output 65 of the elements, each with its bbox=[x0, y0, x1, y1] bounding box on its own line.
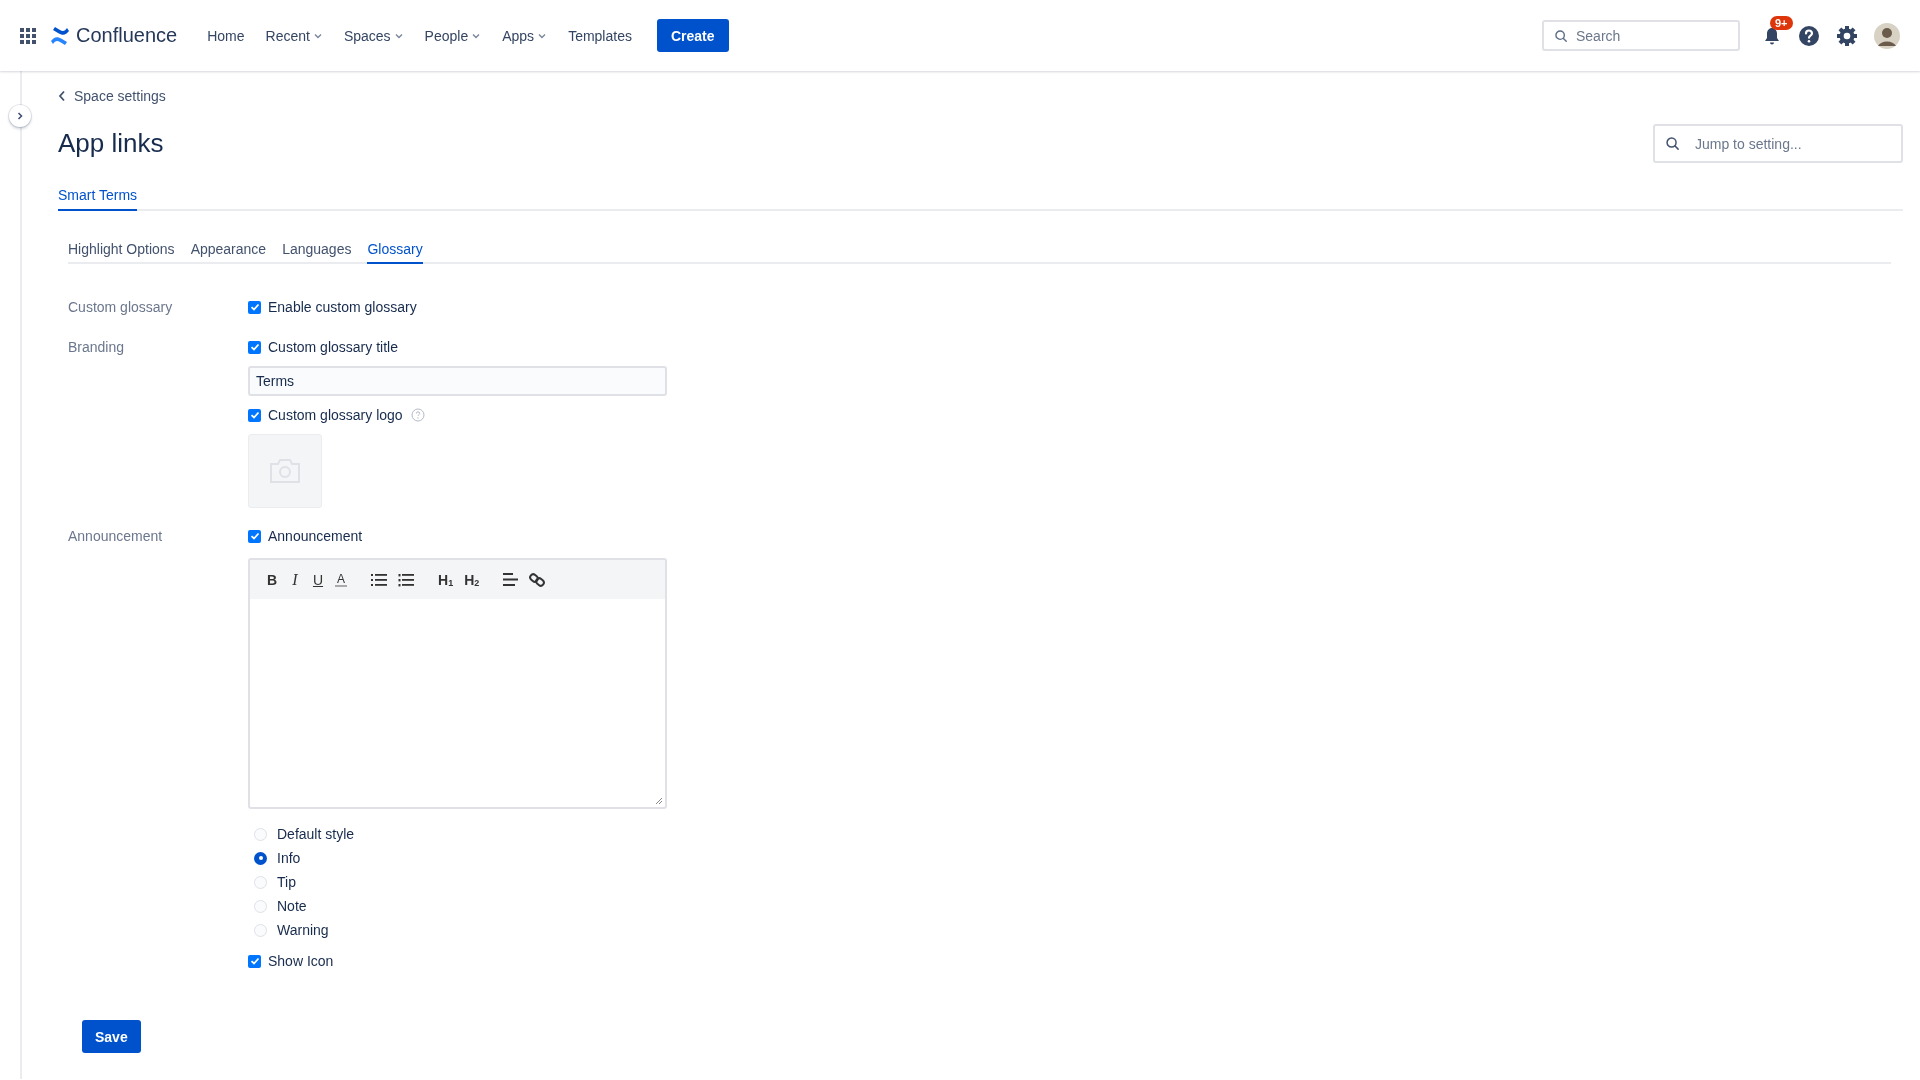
notification-bell-icon[interactable] bbox=[1762, 25, 1782, 46]
checkbox[interactable] bbox=[248, 954, 261, 968]
radio-button[interactable] bbox=[254, 899, 267, 913]
tab[interactable]: Highlight Options bbox=[68, 241, 175, 264]
checkbox-label: Enable custom glossary bbox=[268, 299, 417, 315]
radio-label: Default style bbox=[277, 826, 355, 842]
checkbox-label: Custom glossary title bbox=[268, 339, 398, 355]
nav-menu[interactable]: Recent bbox=[257, 27, 331, 44]
italic-button[interactable]: I bbox=[289, 570, 301, 589]
field-label: Announcement bbox=[68, 527, 164, 546]
tab[interactable]: Languages bbox=[282, 241, 352, 264]
radio-button[interactable] bbox=[254, 851, 267, 865]
save-button[interactable]: Save bbox=[82, 1020, 141, 1053]
underline-button[interactable]: U bbox=[312, 571, 324, 588]
nav-link[interactable]: Templates bbox=[560, 27, 640, 44]
radio-button[interactable] bbox=[254, 923, 267, 937]
text-color-button[interactable]: A bbox=[335, 572, 347, 587]
numbered-list-icon[interactable] bbox=[398, 572, 414, 587]
heading-button[interactable]: H$_{2}$ bbox=[464, 571, 480, 588]
tab[interactable]: Smart Terms bbox=[58, 187, 138, 211]
checkbox-label: Announcement bbox=[268, 528, 363, 544]
product-name: Confluence bbox=[76, 24, 178, 47]
avatar[interactable] bbox=[1874, 22, 1900, 49]
checkbox[interactable] bbox=[248, 529, 261, 543]
checkbox[interactable] bbox=[248, 408, 261, 422]
help-icon[interactable] bbox=[1798, 24, 1820, 47]
tab[interactable]: Appearance bbox=[190, 241, 267, 264]
search-field[interactable]: Search bbox=[1542, 20, 1740, 51]
link-icon[interactable] bbox=[529, 571, 546, 588]
notification-badge: 9+ bbox=[1770, 15, 1793, 30]
align-left-icon[interactable] bbox=[503, 573, 519, 586]
tab[interactable]: Glossary bbox=[367, 241, 423, 264]
radio-label: Note bbox=[277, 898, 307, 914]
search-icon bbox=[1665, 136, 1680, 151]
checkbox[interactable] bbox=[248, 300, 261, 314]
radio-button[interactable] bbox=[254, 875, 267, 889]
jump-to-setting-field[interactable]: Jump to setting... bbox=[1653, 124, 1903, 163]
field-label: Branding bbox=[68, 338, 126, 357]
resize-handle-icon[interactable] bbox=[655, 797, 663, 805]
nav-menu[interactable]: Apps bbox=[494, 27, 556, 44]
radio-button[interactable] bbox=[254, 827, 267, 841]
app-switcher-icon[interactable] bbox=[20, 27, 36, 44]
text-editor[interactable]: B I U A H$_{1}$ H$_{2}$ bbox=[248, 558, 667, 809]
expand-sidebar-button[interactable] bbox=[9, 105, 31, 127]
nav-menu[interactable]: People bbox=[416, 27, 490, 44]
heading-button[interactable]: H$_{1}$ bbox=[438, 571, 454, 588]
nav-link[interactable]: Home bbox=[199, 27, 253, 44]
field-label: Custom glossary bbox=[68, 298, 174, 317]
create-button[interactable]: Create bbox=[656, 19, 729, 52]
page-title: App links bbox=[58, 128, 164, 159]
bullet-list-icon[interactable] bbox=[371, 572, 387, 587]
logo-icon bbox=[50, 25, 70, 46]
nav-menu[interactable]: Spaces bbox=[335, 27, 412, 44]
checkbox-label: Custom glossary logo bbox=[268, 407, 403, 423]
checkbox-label: Show Icon bbox=[268, 953, 334, 969]
breadcrumb-link[interactable]: Space settings bbox=[58, 88, 1903, 104]
search-icon bbox=[1554, 29, 1568, 43]
settings-icon[interactable] bbox=[1836, 24, 1858, 47]
radio-label: Info bbox=[277, 850, 301, 866]
radio-label: Tip bbox=[277, 874, 296, 890]
bold-button[interactable]: B bbox=[266, 571, 278, 588]
checkbox[interactable] bbox=[248, 340, 261, 354]
text-field[interactable]: Terms bbox=[248, 366, 667, 396]
radio-label: Warning bbox=[277, 922, 329, 938]
chevron-right-icon bbox=[15, 111, 25, 121]
